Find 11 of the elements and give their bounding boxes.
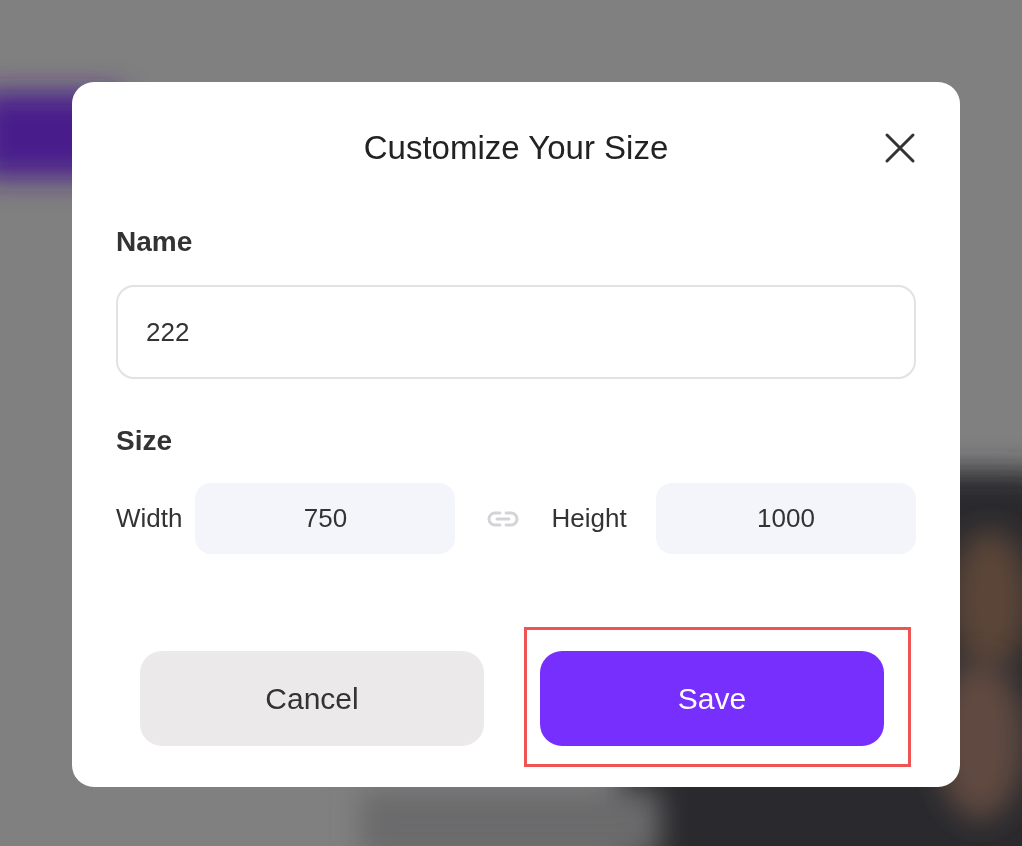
close-icon[interactable] xyxy=(884,132,916,164)
cancel-button[interactable]: Cancel xyxy=(140,651,484,746)
height-field[interactable]: 1000 xyxy=(656,483,916,554)
name-label: Name xyxy=(116,226,193,258)
name-field[interactable]: 222 xyxy=(116,285,916,379)
save-button[interactable]: Save xyxy=(540,651,884,746)
size-label: Size xyxy=(116,425,173,457)
dialog-title: Customize Your Size xyxy=(363,128,669,168)
height-label: Height xyxy=(551,502,627,535)
width-field[interactable]: 750 xyxy=(195,483,456,554)
width-label: Width xyxy=(116,502,183,535)
